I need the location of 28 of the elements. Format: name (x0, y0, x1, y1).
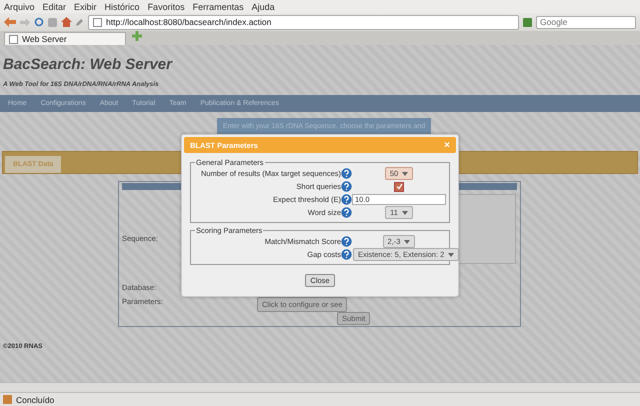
search-field[interactable]: Google (536, 16, 636, 28)
caret-icon (448, 252, 454, 256)
status-text: Concluído (16, 394, 54, 404)
help-icon[interactable] (341, 249, 352, 260)
browser-tab[interactable]: Web Server (4, 32, 126, 45)
caret-icon (402, 172, 408, 176)
reload-icon[interactable] (34, 17, 44, 27)
help-icon[interactable] (341, 168, 352, 179)
help-icon[interactable] (341, 207, 352, 218)
menu-item[interactable]: Histórico (104, 2, 140, 12)
help-icon[interactable] (341, 181, 352, 192)
menu-item[interactable]: Favoritos (148, 2, 185, 12)
pencil-icon[interactable] (76, 18, 84, 26)
url-field[interactable]: http://localhost:8080/bacsearch/index.action (88, 14, 519, 30)
home-icon[interactable] (61, 17, 72, 27)
menu-item[interactable]: Ajuda (252, 2, 275, 12)
help-icon[interactable] (341, 194, 352, 205)
horizontal-scrollbar[interactable] (0, 382, 640, 392)
menu-item[interactable]: Exibir (74, 2, 97, 12)
menu-item[interactable]: Arquivo (4, 2, 35, 12)
menu-item[interactable]: Editar (42, 2, 66, 12)
help-icon[interactable] (341, 236, 352, 247)
site-title: BacSearch: Web Server (3, 56, 174, 74)
caret-icon (402, 210, 408, 214)
checkbox[interactable] (394, 182, 404, 192)
back-arrow-icon[interactable] (4, 17, 16, 27)
menu-item[interactable]: Ferramentas (192, 2, 244, 12)
caret-icon (404, 240, 410, 244)
